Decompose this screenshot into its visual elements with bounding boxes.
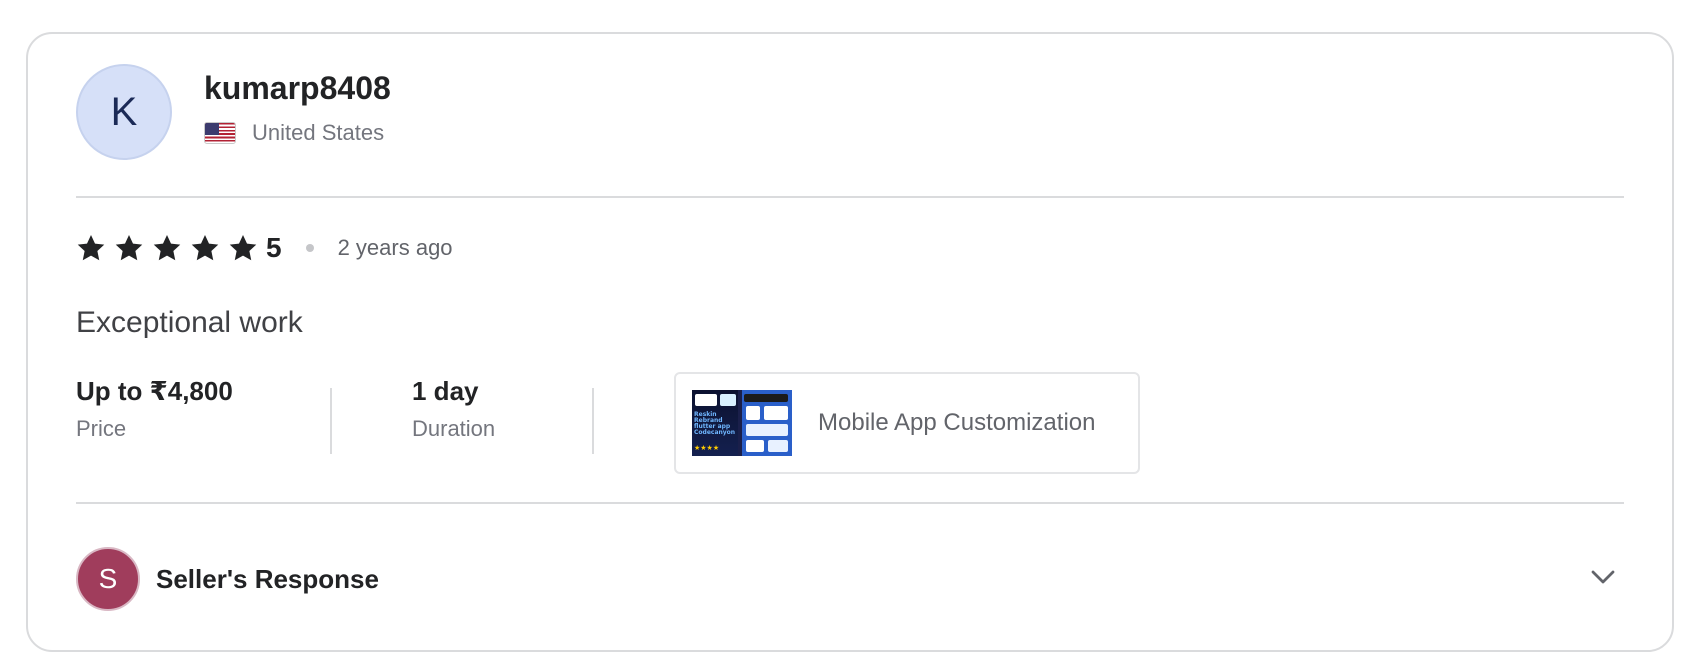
review-card: K kumarp8408 United States 5 2 years ago [26,32,1674,652]
star-icon [228,233,258,263]
user-avatar[interactable]: K [76,64,172,160]
gig-thumbnail: Reskin Rebrand flutter app Codecanyon ★★★★ [692,390,792,456]
review-details: Up to ₹4,800 Price 1 day Duration Reskin… [76,372,1140,474]
seller-response-label[interactable]: Seller's Response [156,564,379,595]
us-flag-icon [204,122,236,144]
rating-row: 5 2 years ago [76,228,453,268]
stat-divider [592,388,594,454]
seller-response-row[interactable]: S Seller's Response [76,546,1624,612]
chevron-down-icon[interactable] [1588,562,1618,592]
gig-card[interactable]: Reskin Rebrand flutter app Codecanyon ★★★★ … [674,372,1140,474]
star-rating [76,233,266,263]
price-label: Price [76,416,127,441]
duration-value: 1 day [412,376,479,406]
duration-label: Duration [412,416,496,441]
header-divider [76,196,1624,198]
rating-value: 5 [266,232,282,263]
seller-avatar: S [76,547,140,611]
review-time: 2 years ago [337,235,453,260]
price-stat: Up to ₹4,800 Price [76,374,330,442]
star-icon [114,233,144,263]
country-name: United States [252,120,385,145]
price-value: Up to ₹4,800 [76,376,233,406]
review-text: Exceptional work [76,306,303,339]
review-header: K kumarp8408 United States [76,64,1624,162]
star-icon [190,233,220,263]
user-info: kumarp8408 United States [204,64,391,146]
duration-stat: 1 day Duration [412,374,592,442]
gig-title[interactable]: Mobile App Customization [818,409,1095,437]
separator-dot [305,244,314,252]
username[interactable]: kumarp8408 [204,68,391,108]
stat-divider [330,388,332,454]
star-icon [152,233,182,263]
star-icon [76,233,106,263]
response-divider [76,502,1624,504]
country-row: United States [204,120,391,146]
